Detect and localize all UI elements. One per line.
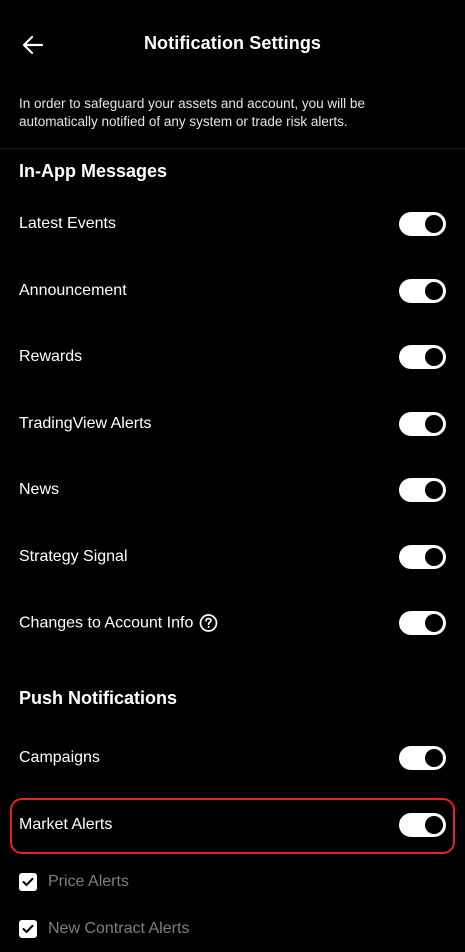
toggle-knob [425, 816, 443, 834]
toggle-rewards[interactable] [399, 345, 446, 369]
setting-row-campaigns: Campaigns [0, 738, 465, 778]
setting-label: Market Alerts [19, 816, 113, 833]
toggle-market-alerts[interactable] [399, 813, 446, 837]
toggle-latest-events[interactable] [399, 212, 446, 236]
setting-label: Latest Events [19, 215, 116, 232]
setting-label: News [19, 481, 60, 498]
notification-settings-page: Notification Settings In order to safegu… [0, 0, 465, 952]
toggle-knob [425, 548, 443, 566]
setting-row-latest-events: Latest Events [0, 204, 465, 244]
toggle-knob [425, 282, 443, 300]
toggle-knob [425, 749, 443, 767]
setting-label: Rewards [19, 348, 83, 365]
checkbox-label: Price Alerts [48, 873, 129, 890]
setting-label: TradingView Alerts [19, 415, 152, 432]
price-alerts-checkbox[interactable] [19, 873, 37, 891]
header: Notification Settings [0, 0, 465, 88]
new-contract-alerts-checkbox[interactable] [19, 920, 37, 938]
section-title-in-app: In-App Messages [19, 161, 168, 181]
setting-row-news: News [0, 470, 465, 510]
checkbox-label: New Contract Alerts [48, 920, 190, 937]
toggle-news[interactable] [399, 478, 446, 502]
setting-label: Strategy Signal [19, 548, 128, 565]
setting-row-rewards: Rewards [0, 337, 465, 377]
checkmark-icon [22, 924, 34, 933]
setting-label: Changes to Account Info [19, 614, 194, 631]
toggle-knob [425, 481, 443, 499]
toggle-announcement[interactable] [399, 279, 446, 303]
toggle-campaigns[interactable] [399, 746, 446, 770]
setting-label: Announcement [19, 282, 127, 299]
toggle-knob [425, 215, 443, 233]
checkmark-icon [22, 877, 34, 886]
toggle-account-info[interactable] [399, 611, 446, 635]
setting-row-strategy-signal: Strategy Signal [0, 537, 465, 577]
toggle-knob [425, 415, 443, 433]
divider [0, 148, 465, 149]
page-title: Notification Settings [143, 33, 322, 53]
setting-row-announcement: Announcement [0, 271, 465, 311]
question-circle-icon[interactable] [199, 614, 218, 633]
toggle-tradingview-alerts[interactable] [399, 412, 446, 436]
toggle-knob [425, 614, 443, 632]
safeguard-notice: In order to safeguard your assets and ac… [19, 96, 365, 129]
setting-row-tradingview-alerts: TradingView Alerts [0, 404, 465, 444]
setting-row-account-info: Changes to Account Info [0, 603, 465, 643]
checkbox-row-new-contract-alerts: New Contract Alerts [19, 918, 189, 940]
section-title-push: Push Notifications [19, 688, 178, 708]
toggle-strategy-signal[interactable] [399, 545, 446, 569]
setting-label: Campaigns [19, 749, 100, 766]
toggle-knob [425, 348, 443, 366]
setting-row-market-alerts: Market Alerts [0, 805, 465, 845]
setting-label-wrapper: Changes to Account Info [19, 614, 218, 633]
checkbox-row-price-alerts: Price Alerts [19, 871, 129, 893]
